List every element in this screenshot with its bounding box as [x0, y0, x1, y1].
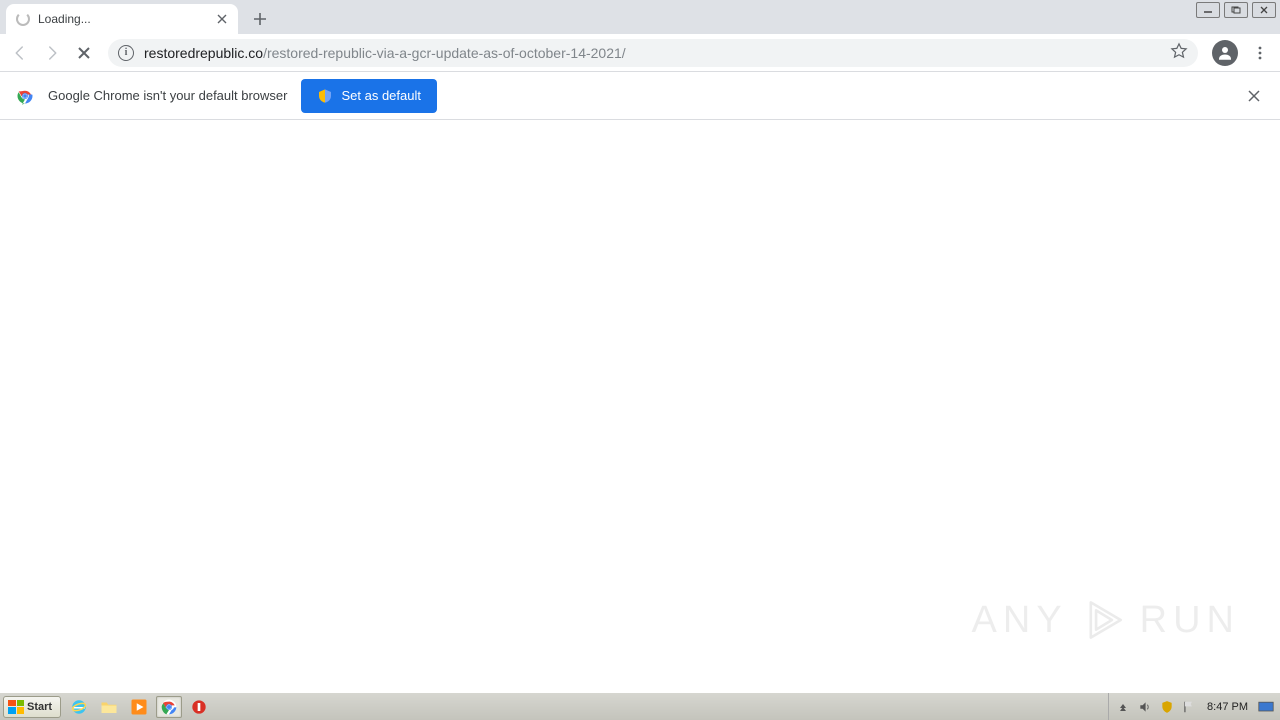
taskbar-chrome-icon[interactable]: [156, 696, 182, 718]
start-label: Start: [27, 701, 52, 713]
chrome-menu-button[interactable]: [1246, 39, 1274, 67]
tab-strip: Loading...: [0, 0, 1280, 34]
new-tab-button[interactable]: [246, 5, 274, 33]
taskbar-app-icon[interactable]: [186, 696, 212, 718]
tray-flag-icon[interactable]: [1181, 699, 1197, 715]
tray-volume-icon[interactable]: [1137, 699, 1153, 715]
site-info-icon[interactable]: i: [118, 45, 134, 61]
tab-close-button[interactable]: [214, 11, 230, 27]
loading-spinner-icon: [16, 12, 30, 26]
taskbar: Start 8:47 PM: [0, 692, 1280, 720]
watermark-right: RUN: [1140, 599, 1240, 642]
set-default-button[interactable]: Set as default: [301, 79, 437, 113]
infobar-close-button[interactable]: [1244, 86, 1264, 106]
infobar-message: Google Chrome isn't your default browser: [48, 88, 287, 103]
chrome-logo-icon: [16, 87, 34, 105]
taskbar-media-icon[interactable]: [126, 696, 152, 718]
bookmark-star-icon[interactable]: [1170, 42, 1188, 63]
anyrun-watermark: ANY RUN: [972, 598, 1240, 642]
start-button[interactable]: Start: [3, 696, 61, 718]
watermark-left: ANY: [972, 599, 1068, 642]
profile-button[interactable]: [1212, 40, 1238, 66]
toolbar: i restoredrepublic.co/restored-republic-…: [0, 34, 1280, 72]
tab-title: Loading...: [38, 12, 214, 26]
minimize-button[interactable]: [1196, 2, 1220, 18]
tray-clock[interactable]: 8:47 PM: [1203, 701, 1252, 713]
tray-expand-icon[interactable]: [1115, 699, 1131, 715]
set-default-label: Set as default: [341, 88, 421, 103]
address-bar[interactable]: i restoredrepublic.co/restored-republic-…: [108, 39, 1198, 67]
window-controls: [1196, 2, 1276, 18]
forward-button[interactable]: [38, 39, 66, 67]
back-button[interactable]: [6, 39, 34, 67]
shield-icon: [317, 88, 333, 104]
taskbar-ie-icon[interactable]: [66, 696, 92, 718]
default-browser-infobar: Google Chrome isn't your default browser…: [0, 72, 1280, 120]
system-tray: 8:47 PM: [1108, 693, 1280, 720]
page-content: ANY RUN: [0, 120, 1280, 692]
tray-desktop-icon[interactable]: [1258, 699, 1274, 715]
close-window-button[interactable]: [1252, 2, 1276, 18]
url-domain: restoredrepublic.co: [144, 45, 263, 61]
maximize-button[interactable]: [1224, 2, 1248, 18]
windows-flag-icon: [8, 700, 24, 714]
stop-reload-button[interactable]: [70, 39, 98, 67]
url-path: /restored-republic-via-a-gcr-update-as-o…: [263, 45, 626, 61]
tray-shield-icon[interactable]: [1159, 699, 1175, 715]
taskbar-explorer-icon[interactable]: [96, 696, 122, 718]
play-icon: [1082, 598, 1126, 642]
browser-tab[interactable]: Loading...: [6, 4, 238, 34]
